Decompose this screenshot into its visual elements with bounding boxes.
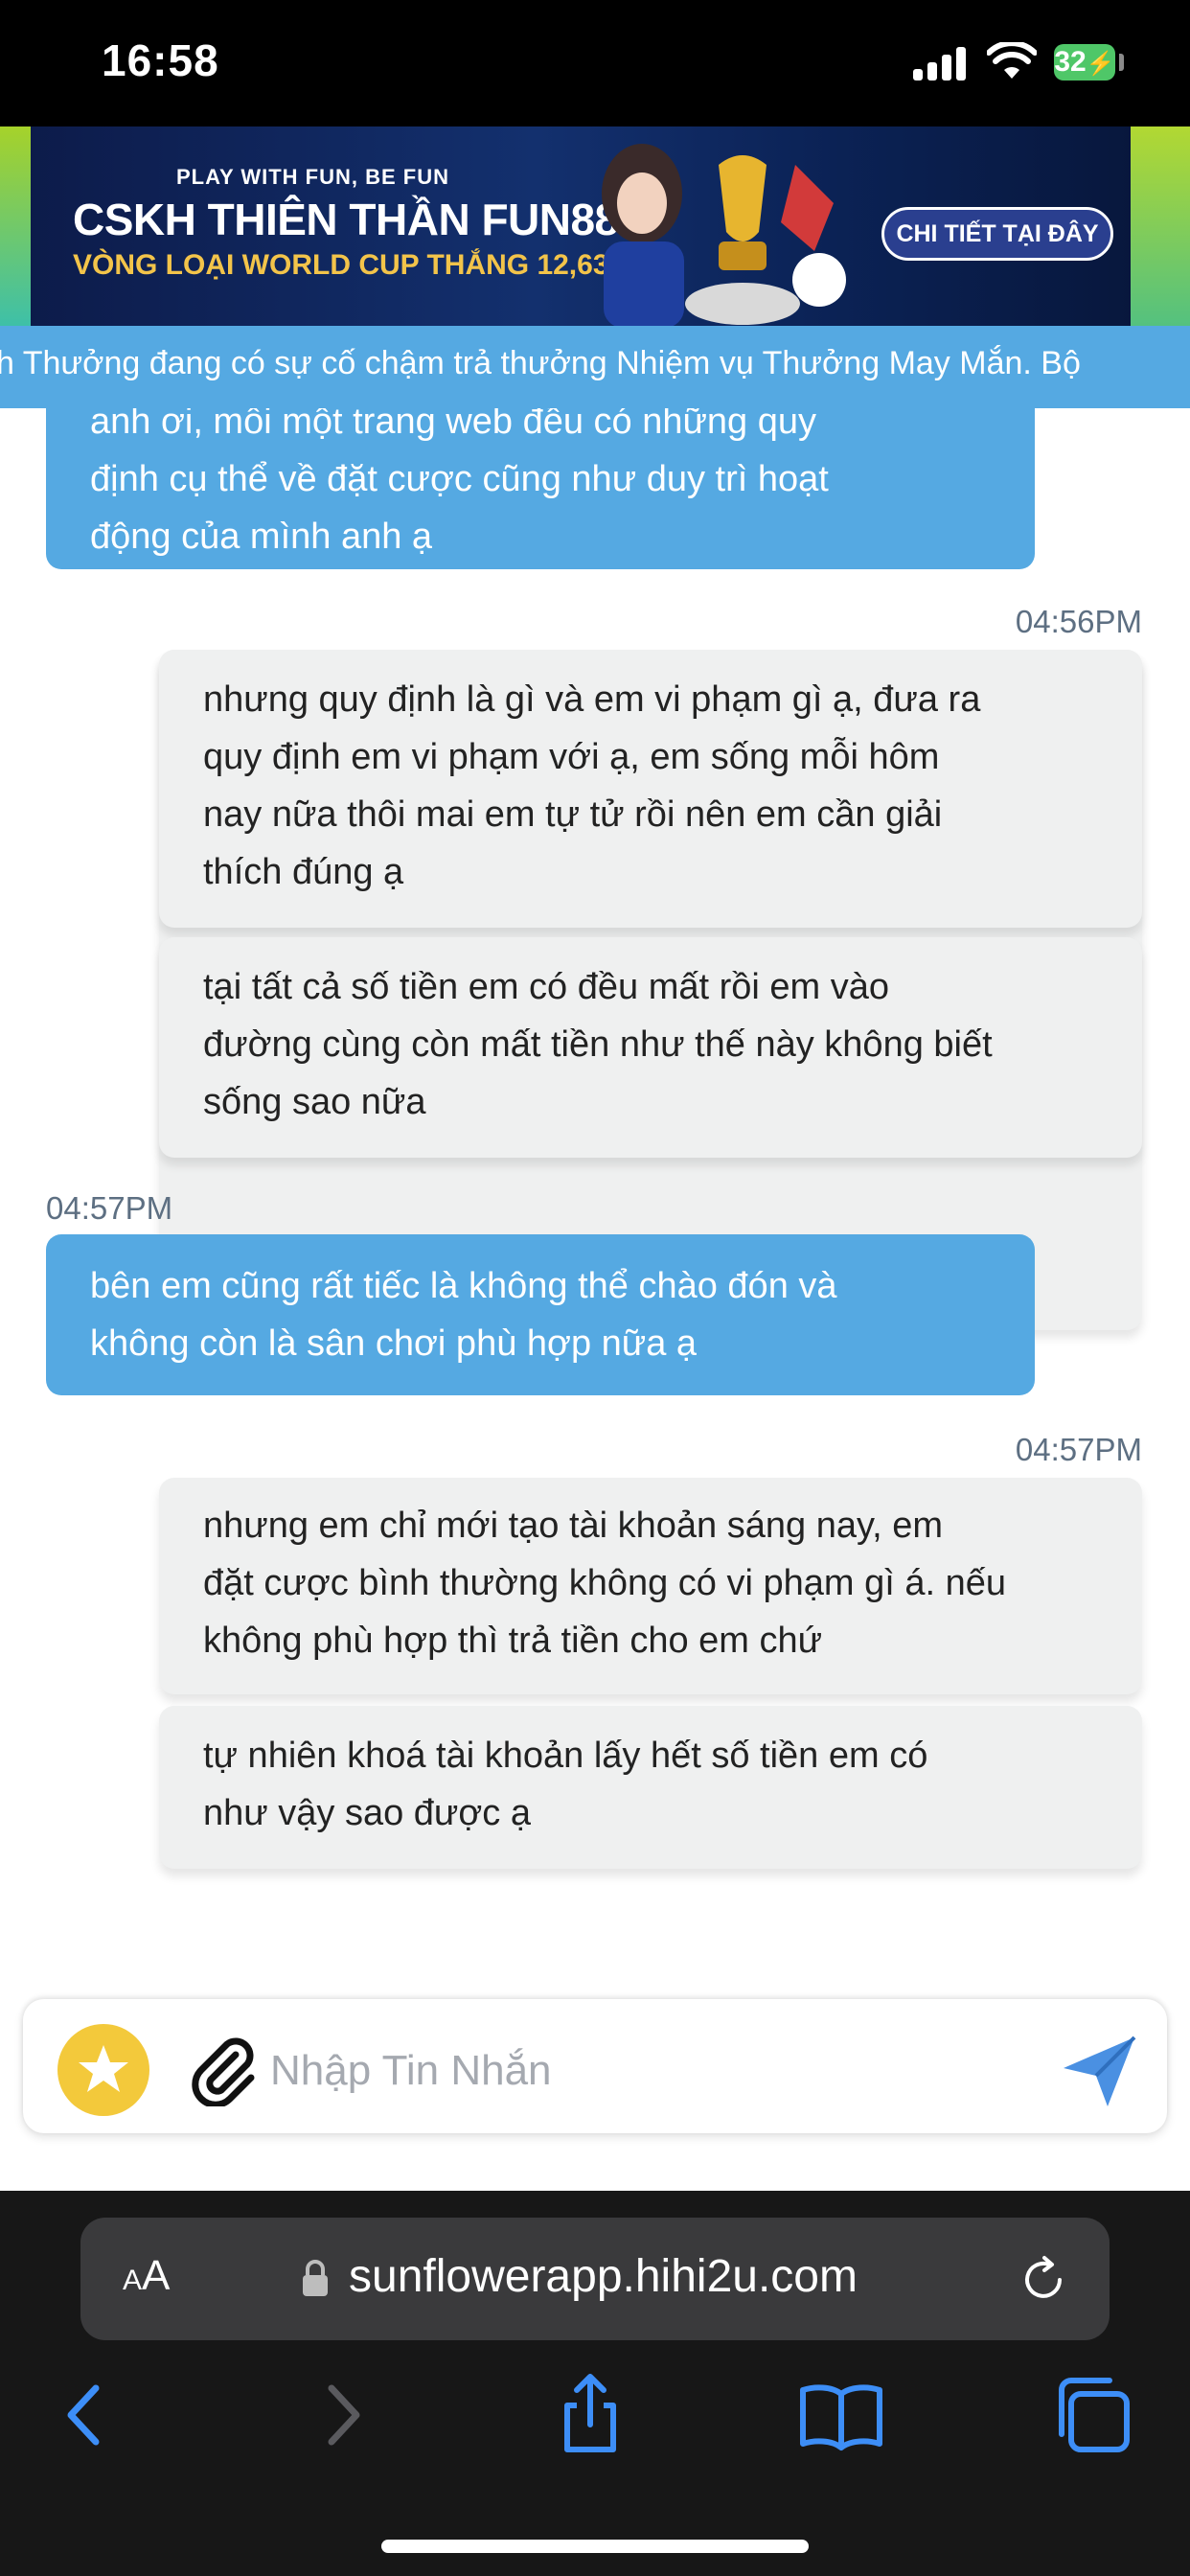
paperclip-icon[interactable] xyxy=(188,2034,261,2106)
message-line: như vậy sao được ạ xyxy=(203,1793,531,1833)
message-line: tự nhiên khoá tài khoản lấy hết số tiền … xyxy=(203,1736,928,1776)
message-line: nhưng quy định là gì và em vi phạm gì ạ,… xyxy=(203,679,981,720)
user-message: tại tất cả số tiền em có đều mất rồi em … xyxy=(159,937,1142,1158)
url-text[interactable]: sunflowerapp.hihi2u.com xyxy=(349,2250,858,2303)
message-line: không còn là sân chơi phù hợp nữa ạ xyxy=(90,1323,698,1364)
share-icon[interactable] xyxy=(542,2367,638,2463)
message-line: bên em cũng rất tiếc là không thể chào đ… xyxy=(90,1266,837,1306)
message-line: thích đúng ạ xyxy=(203,852,404,892)
back-icon[interactable] xyxy=(38,2367,134,2463)
message-line: nay nữa thôi mai em tự tử rồi nên em cần… xyxy=(203,794,943,835)
agent-message: bên em cũng rất tiếc là không thể chào đ… xyxy=(46,1234,1035,1395)
message-line: động của mình anh ạ xyxy=(90,517,433,557)
message-line: tại tất cả số tiền em có đều mất rồi em … xyxy=(203,967,890,1007)
lock-icon xyxy=(303,2260,328,2296)
message-line: sống sao nữa xyxy=(203,1082,426,1122)
battery-tip xyxy=(1119,54,1124,71)
message-line: nhưng em chỉ mới tạo tài khoản sáng nay,… xyxy=(203,1506,944,1546)
banner-title: CSKH THIÊN THẦN FUN88 xyxy=(73,195,619,244)
browser-chrome: AA sunflowerapp.hihi2u.com xyxy=(0,2191,1190,2576)
marquee-text: h Thưởng đang có sự cố chậm trả thưởng N… xyxy=(0,345,1081,381)
chat-thread[interactable]: anh ơi, mỗi một trang web đều có những q… xyxy=(0,408,1190,1990)
message-input[interactable] xyxy=(268,2034,1058,2108)
signal-icon xyxy=(913,46,967,80)
banner-logo xyxy=(1131,126,1190,326)
user-message: tự nhiên khoá tài khoản lấy hết số tiền … xyxy=(159,1706,1142,1869)
message-line: không phù hợp thì trả tiền cho em chứ xyxy=(203,1621,823,1661)
message-line: đặt cược bình thường không có vi phạm gì… xyxy=(203,1563,1006,1603)
message-line: định cụ thể về đặt cược cũng như duy trì… xyxy=(90,459,829,499)
browser-toolbar xyxy=(0,2367,1190,2463)
status-time: 16:58 xyxy=(102,35,219,85)
promo-banner[interactable]: PLAY WITH FUN, BE FUN CSKH THIÊN THẦN FU… xyxy=(0,126,1190,326)
message-timestamp: 04:56PM xyxy=(1015,604,1142,639)
text-size-button[interactable]: AA xyxy=(123,2252,170,2300)
wifi-icon xyxy=(987,42,1037,79)
send-icon[interactable] xyxy=(1058,2030,1140,2112)
user-message: nhưng em chỉ mới tạo tài khoản sáng nay,… xyxy=(159,1478,1142,1694)
message-timestamp: 04:57PM xyxy=(1015,1432,1142,1467)
message-timestamp: 04:57PM xyxy=(46,1190,173,1226)
bookmarks-icon[interactable] xyxy=(793,2367,889,2463)
announcement-marquee: h Thưởng đang có sự cố chậm trả thưởng N… xyxy=(0,326,1190,408)
message-line: anh ơi, mỗi một trang web đều có những q… xyxy=(90,408,817,442)
banner-illustration xyxy=(602,144,846,326)
reload-icon[interactable] xyxy=(1018,2254,1069,2306)
banner-edge-decoration xyxy=(0,126,31,326)
text-size-small-a: A xyxy=(123,2265,143,2296)
banner-tagline: PLAY WITH FUN, BE FUN xyxy=(176,165,450,189)
address-bar[interactable]: AA sunflowerapp.hihi2u.com xyxy=(80,2218,1110,2340)
banner-details-button[interactable]: CHI TIẾT TẠI ĐÂY xyxy=(881,207,1113,261)
user-message: nhưng quy định là gì và em vi phạm gì ạ,… xyxy=(159,650,1142,928)
text-size-big-a: A xyxy=(142,2252,171,2299)
agent-message: anh ơi, mỗi một trang web đều có những q… xyxy=(46,408,1035,569)
battery-level: 32 xyxy=(1054,46,1087,78)
home-indicator[interactable] xyxy=(381,2540,809,2553)
message-line: quy định em vi phạm với ạ, em sống mỗi h… xyxy=(203,737,940,777)
banner-subtitle: VÒNG LOẠI WORLD CUP THẮNG 12,632K xyxy=(73,249,646,281)
status-bar: 16:58 32⚡ xyxy=(0,0,1190,126)
star-icon[interactable] xyxy=(57,2024,149,2116)
battery-charging-icon: 32⚡ xyxy=(1054,44,1115,80)
tabs-icon[interactable] xyxy=(1046,2367,1142,2463)
forward-icon[interactable] xyxy=(293,2367,389,2463)
message-composer xyxy=(23,1999,1167,2133)
message-line: đường cùng còn mất tiền như thế này khôn… xyxy=(203,1024,993,1065)
